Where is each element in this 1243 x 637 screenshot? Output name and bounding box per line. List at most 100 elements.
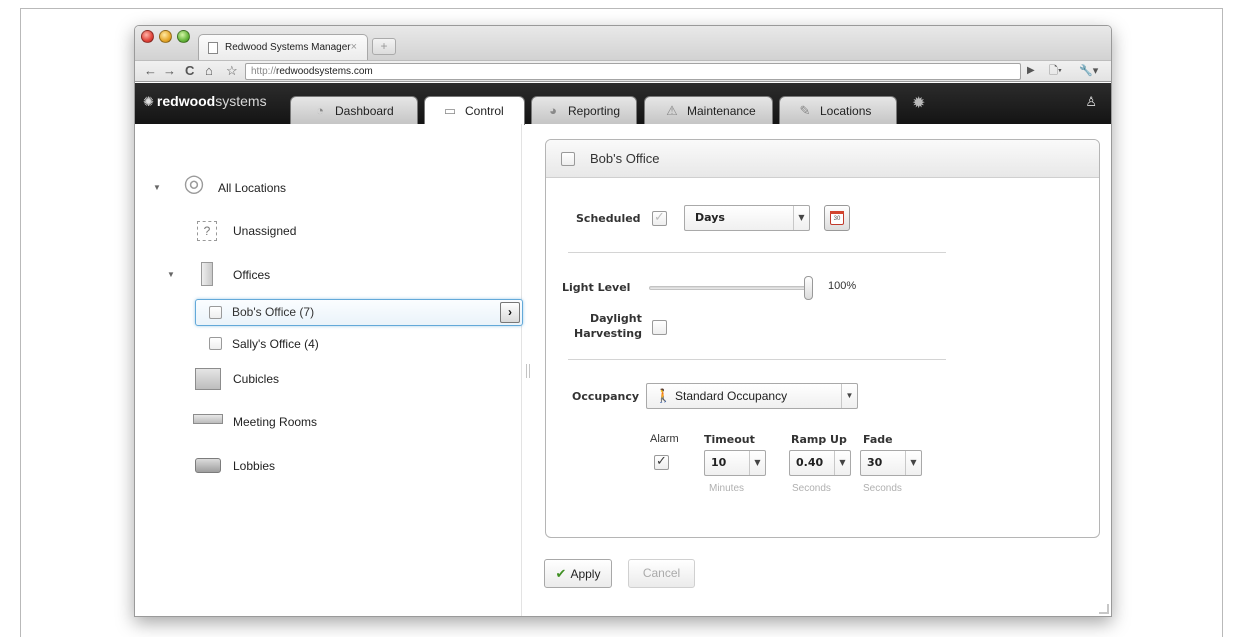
chevron-down-icon: ▼ — [905, 451, 921, 475]
timeout-unit: Minutes — [709, 483, 745, 494]
reload-icon[interactable]: C — [185, 63, 194, 79]
expand-arrow-icon[interactable]: ▼ — [153, 175, 161, 201]
cancel-button[interactable]: Cancel — [628, 559, 695, 588]
chevron-down-icon: ▼ — [834, 451, 850, 475]
wrench-menu-icon[interactable]: 🔧▾ — [1079, 63, 1098, 79]
chevron-right-icon[interactable]: › — [500, 302, 520, 323]
switch-icon: ▭ — [443, 103, 457, 118]
app-header: ✺ redwoodsystems ◔ Dashboard ▭ Control ◕ Rep… — [135, 83, 1111, 125]
tab-control-label: Control — [465, 104, 504, 118]
browser-tab[interactable]: Redwood Systems Manager × — [198, 34, 368, 60]
window-resize-grip[interactable] — [1099, 604, 1109, 614]
logo-light-text: systems — [215, 93, 267, 109]
tree-item-label: Lobbies — [233, 459, 276, 473]
rampup-value: 0.40 — [796, 456, 824, 469]
gear-icon[interactable]: ✹ — [912, 93, 925, 113]
browser-toolbar: ← → C ⌂ ☆ http://redwoodsystems.com ▶ 🗋▾… — [135, 60, 1111, 82]
bobs-office-checkbox[interactable] — [209, 306, 222, 319]
address-bar[interactable]: http://redwoodsystems.com — [245, 63, 1021, 80]
timeout-value: 10 — [711, 456, 727, 469]
light-level-slider-track[interactable] — [649, 286, 811, 290]
sallys-office-checkbox[interactable] — [209, 337, 222, 350]
tree-item-label: Bob's Office (7) — [232, 305, 315, 319]
calendar-button[interactable]: 30 — [824, 205, 850, 231]
tree-item-unassigned[interactable]: ? Unassigned — [135, 218, 522, 244]
light-level-value: 100% — [828, 280, 857, 292]
logo-bold-text: redwood — [156, 93, 216, 109]
url-host: redwoodsystems.com — [276, 66, 373, 77]
sofa-icon — [195, 458, 221, 473]
rampup-select[interactable]: 0.40 ▼ — [789, 450, 851, 476]
pie-icon: ◕ — [549, 103, 557, 118]
tree-item-label: Sally's Office (4) — [232, 337, 319, 351]
tab-control[interactable]: ▭ Control — [424, 96, 525, 125]
tree-item-lobbies[interactable]: Lobbies — [135, 453, 522, 479]
schedule-select[interactable]: Days ▼ — [684, 205, 810, 231]
redwood-logo[interactable]: ✺ redwoodsystems — [143, 93, 267, 110]
tab-maintenance-label: Maintenance — [687, 104, 756, 118]
tab-dashboard[interactable]: ◔ Dashboard — [290, 96, 418, 124]
tree-item-meeting-rooms[interactable]: Meeting Rooms — [135, 409, 522, 435]
tab-dashboard-label: Dashboard — [335, 104, 394, 118]
tree-item-label: All Locations — [218, 181, 287, 195]
page-menu-icon[interactable]: 🗋▾ — [1049, 63, 1062, 79]
pencil-icon: ✎ — [799, 103, 811, 118]
url-protocol: http:// — [251, 66, 277, 77]
close-window-button[interactable] — [141, 30, 154, 43]
tree-item-sallys-office[interactable]: Sally's Office (4) — [195, 331, 495, 357]
daylight-label-line2: Harvesting — [574, 327, 642, 340]
daylight-harvesting-checkbox[interactable] — [652, 320, 667, 335]
location-detail-panel: Bob's Office Scheduled ✓ Days ▼ 30 Light… — [545, 139, 1100, 538]
bookmark-star-icon[interactable]: ☆ — [226, 63, 238, 79]
light-level-label: Light Level — [562, 281, 631, 294]
timeout-label: Timeout — [704, 433, 755, 446]
calendar-icon: 30 — [830, 211, 844, 225]
apply-button[interactable]: ✔ Apply — [544, 559, 612, 588]
light-level-slider-thumb[interactable] — [804, 276, 813, 300]
occupancy-select[interactable]: 🚶 Standard Occupancy ▼ — [646, 383, 858, 409]
minimize-window-button[interactable] — [159, 30, 172, 43]
tree-item-label: Cubicles — [233, 372, 280, 386]
timeout-select[interactable]: 10 ▼ — [704, 450, 766, 476]
browser-titlebar: Redwood Systems Manager × + — [135, 26, 1111, 60]
occupancy-label: Occupancy — [572, 390, 640, 403]
page-icon — [208, 42, 218, 54]
panel-select-checkbox[interactable] — [561, 152, 575, 166]
tree-item-bobs-office[interactable]: Bob's Office (7) › — [195, 299, 523, 326]
back-icon[interactable]: ← — [144, 63, 157, 79]
alarm-label: Alarm — [650, 433, 679, 445]
alarm-checkbox[interactable]: ✓ — [654, 453, 669, 470]
user-icon[interactable]: ♙ — [1085, 94, 1097, 110]
checkmark-icon: ✔ — [555, 566, 567, 581]
forward-icon[interactable]: → — [163, 63, 176, 79]
rampup-label: Ramp Up — [791, 433, 847, 446]
tab-locations[interactable]: ✎ Locations — [779, 96, 897, 124]
tab-reporting[interactable]: ◕ Reporting — [531, 96, 637, 124]
panel-header: Bob's Office — [546, 140, 1099, 178]
tree-item-cubicles[interactable]: Cubicles — [135, 366, 522, 392]
new-tab-button[interactable]: + — [372, 38, 396, 55]
cubicle-icon — [195, 368, 221, 390]
globe-icon: ◎ — [183, 170, 205, 197]
sun-icon: ✺ — [143, 94, 154, 109]
browser-window: Redwood Systems Manager × + ← → C ⌂ ☆ ht… — [134, 25, 1112, 617]
tree-item-offices[interactable]: ▼ Offices — [135, 262, 522, 288]
tab-maintenance[interactable]: ⚠ Maintenance — [644, 96, 773, 124]
expand-arrow-icon[interactable]: ▼ — [167, 262, 175, 288]
tree-item-label: Offices — [233, 268, 271, 282]
tree-item-all-locations[interactable]: ▼ ◎ All Locations — [135, 171, 522, 201]
fade-label: Fade — [863, 433, 893, 446]
go-icon[interactable]: ▶ — [1027, 63, 1035, 79]
occupancy-select-value: Standard Occupancy — [675, 389, 788, 403]
chevron-down-icon: ▼ — [793, 206, 809, 230]
home-icon[interactable]: ⌂ — [205, 63, 213, 79]
scheduled-checkbox[interactable]: ✓ — [652, 209, 667, 226]
splitter-handle[interactable] — [526, 364, 530, 378]
cancel-label: Cancel — [642, 566, 681, 580]
panel-title: Bob's Office — [590, 151, 660, 166]
fade-value: 30 — [867, 456, 883, 469]
fade-select[interactable]: 30 ▼ — [860, 450, 922, 476]
close-tab-icon[interactable]: × — [351, 41, 357, 53]
tab-locations-label: Locations — [820, 104, 872, 118]
zoom-window-button[interactable] — [177, 30, 190, 43]
